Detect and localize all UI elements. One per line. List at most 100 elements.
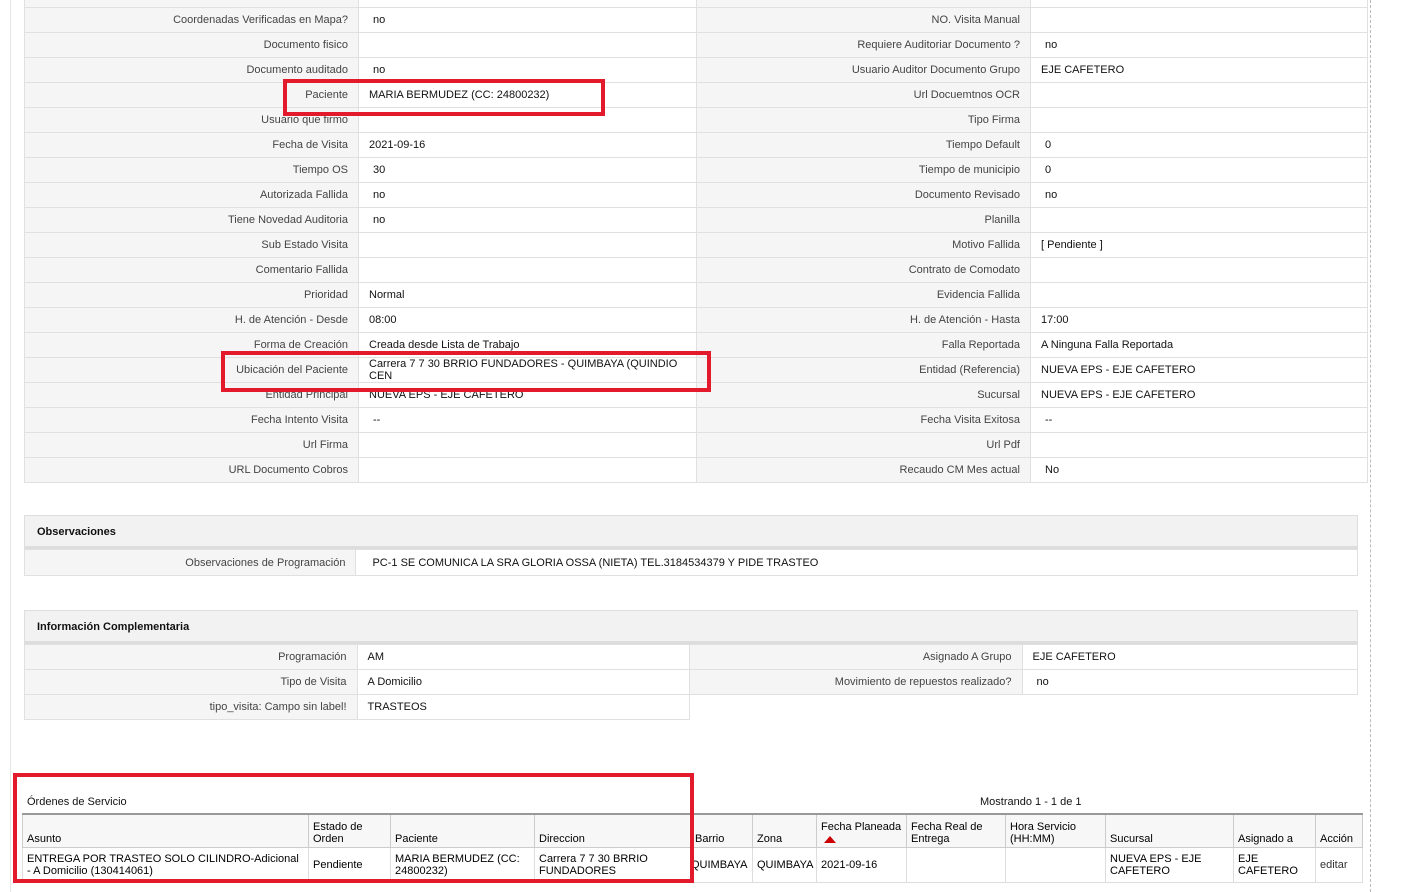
detail-value: Creada desde Lista de Trabajo xyxy=(358,332,697,358)
info-label: Programación xyxy=(24,644,358,670)
col-header-fecha-planeada[interactable]: Fecha Planeada xyxy=(816,813,907,848)
detail-label: Usuario Auditor Documento Grupo xyxy=(696,57,1031,83)
col-header-zona[interactable]: Zona xyxy=(752,813,817,848)
info-label: Asignado A Grupo xyxy=(689,644,1023,670)
detail-label: Evidencia Fallida xyxy=(696,282,1031,308)
info-complementaria-title: Información Complementaria xyxy=(24,610,1358,644)
col-header-sucursal[interactable]: Sucursal xyxy=(1105,813,1234,848)
detail-label: Forma de Creación xyxy=(24,332,359,358)
col-header-asignado[interactable]: Asignado a xyxy=(1233,813,1316,848)
detail-value: -- xyxy=(1030,407,1368,433)
detail-row: H. de Atención - Desde 08:00 H. de Atenció… xyxy=(24,307,1368,333)
detail-row: Fecha de Visita 2021-09-16 Tiempo Default 0 xyxy=(24,132,1368,158)
table-row[interactable]: ENTREGA POR TRASTEO SOLO CILINDRO-Adicio… xyxy=(22,847,1363,883)
detail-label: Sucursal xyxy=(696,382,1031,408)
detail-value: [ Pendiente ] xyxy=(1030,232,1368,258)
detail-label: H. de Atención - Hasta xyxy=(696,307,1031,333)
detail-label: Motivo Fallida xyxy=(696,232,1031,258)
detail-label: Fecha Intento Visita xyxy=(24,407,359,433)
edit-link-label[interactable]: editar xyxy=(1320,859,1348,871)
detail-row: Usuario que firmo Tipo Firma xyxy=(24,107,1368,133)
observaciones-row: Observaciones de Programación PC-1 SE CO… xyxy=(23,549,1358,576)
info-row: tipo_visita: Campo sin label! TRASTEOS xyxy=(24,694,1358,720)
detail-value: no xyxy=(358,207,697,233)
detail-label: Autorizada Fallida xyxy=(24,182,359,208)
detail-label: Tiene Novedad Auditoria xyxy=(24,207,359,233)
detail-row: Coordenadas Verificadas en Mapa? no NO. Vi… xyxy=(24,7,1368,33)
detail-value xyxy=(358,0,697,8)
order-asignado: EJE CAFETERO xyxy=(1233,847,1316,883)
detail-value: -- xyxy=(358,407,697,433)
detail-row: Sub Estado Visita Motivo Fallida[ Pendien… xyxy=(24,232,1368,258)
observaciones-table: Observaciones de Programación PC-1 SE CO… xyxy=(23,549,1358,576)
order-direccion: Carrera 7 7 30 BRRIO FUNDADORES xyxy=(534,847,691,883)
detail-row: Prioridad Normal Evidencia Fallida xyxy=(24,282,1368,308)
detail-label: Sub Estado Visita xyxy=(24,232,359,258)
order-asunto: ENTREGA POR TRASTEO SOLO CILINDRO-Adicio… xyxy=(22,847,309,883)
info-complementaria-section: Información Complementaria Programación … xyxy=(24,610,1358,720)
detail-row: URL Documento Cobros Recaudo CM Mes actua… xyxy=(24,457,1368,483)
detail-value: EJE CAFETERO xyxy=(1030,57,1368,83)
detail-value xyxy=(358,257,697,283)
info-value: AM xyxy=(356,644,691,670)
col-header-direccion[interactable]: Direccion xyxy=(534,813,691,848)
order-zona: QUIMBAYA xyxy=(752,847,817,883)
edit-link[interactable]: editar xyxy=(1315,847,1363,883)
detail-label: Recaudo CM Mes actual xyxy=(696,457,1031,483)
detail-value xyxy=(358,32,697,58)
observaciones-label: Observaciones de Programación xyxy=(23,549,357,576)
detail-value: no xyxy=(1030,32,1368,58)
detail-label: Tipo Firma xyxy=(696,107,1031,133)
detail-value: 08:00 xyxy=(358,307,697,333)
detail-label: Entidad Principal xyxy=(24,382,359,408)
col-header-estado[interactable]: Estado de Orden xyxy=(308,813,391,848)
detail-value: 17:00 xyxy=(1030,307,1368,333)
detail-row-cut xyxy=(24,0,1368,8)
info-label: Tipo de Visita xyxy=(24,669,358,695)
detail-value: no xyxy=(1030,182,1368,208)
order-sucursal: NUEVA EPS - EJE CAFETERO xyxy=(1105,847,1234,883)
observaciones-value: PC-1 SE COMUNICA LA SRA GLORIA OSSA (NIE… xyxy=(355,549,1358,576)
detail-row: Paciente MARIA BERMUDEZ (CC: 24800232) Url… xyxy=(24,82,1368,108)
col-header-barrio[interactable]: Barrio xyxy=(690,813,753,848)
detail-row: Url Firma Url Pdf xyxy=(24,432,1368,458)
col-header-fecha-real[interactable]: Fecha Real de Entrega xyxy=(906,813,1006,848)
detail-value xyxy=(1030,107,1368,133)
detail-row: Ubicación del Paciente Carrera 7 7 30 BRR… xyxy=(24,357,1368,383)
detail-value: 0 xyxy=(1030,157,1368,183)
observaciones-section: Observaciones Observaciones de Programac… xyxy=(23,515,1358,576)
detail-label: Contrato de Comodato xyxy=(696,257,1031,283)
order-barrio: QUIMBAYA xyxy=(690,847,753,883)
detail-label: Coordenadas Verificadas en Mapa? xyxy=(24,7,359,33)
detail-row: Autorizada Fallida no Documento Revisado no xyxy=(24,182,1368,208)
detail-row: Documento fisico Requiere Auditoriar Docu… xyxy=(24,32,1368,58)
order-paciente: MARIA BERMUDEZ (CC: 24800232) xyxy=(390,847,535,883)
detail-value xyxy=(358,457,697,483)
detail-row: Forma de Creación Creada desde Lista de T… xyxy=(24,332,1368,358)
orders-header-row: Asunto Estado de Orden Paciente Direccio… xyxy=(22,813,1363,848)
detail-row: Comentario Fallida Contrato de Comodato xyxy=(24,257,1368,283)
visit-detail-table: Coordenadas Verificadas en Mapa? no NO. Vi… xyxy=(24,0,1368,483)
order-hora xyxy=(1005,847,1106,883)
detail-value xyxy=(1030,207,1368,233)
detail-value: no xyxy=(358,7,697,33)
col-header-asunto[interactable]: Asunto xyxy=(22,813,309,848)
detail-label: Documento auditado xyxy=(24,57,359,83)
detail-label: Documento fisico xyxy=(24,32,359,58)
detail-label: Falla Reportada xyxy=(696,332,1031,358)
col-header-paciente[interactable]: Paciente xyxy=(390,813,535,848)
detail-label: Fecha Visita Exitosa xyxy=(696,407,1031,433)
detail-label: Planilla xyxy=(696,207,1031,233)
detail-label: Documento Revisado xyxy=(696,182,1031,208)
detail-label: Url Pdf xyxy=(696,432,1031,458)
detail-value xyxy=(1030,7,1368,33)
detail-value: 0 xyxy=(1030,132,1368,158)
detail-label: Requiere Auditoriar Documento ? xyxy=(696,32,1031,58)
detail-value: no xyxy=(358,57,697,83)
empty-cell xyxy=(690,695,1022,720)
detail-value xyxy=(1030,0,1368,8)
detail-label: Fecha de Visita xyxy=(24,132,359,158)
col-header-hora[interactable]: Hora Servicio (HH:MM) xyxy=(1005,813,1106,848)
empty-cell xyxy=(1022,695,1358,720)
detail-value: 30 xyxy=(358,157,697,183)
